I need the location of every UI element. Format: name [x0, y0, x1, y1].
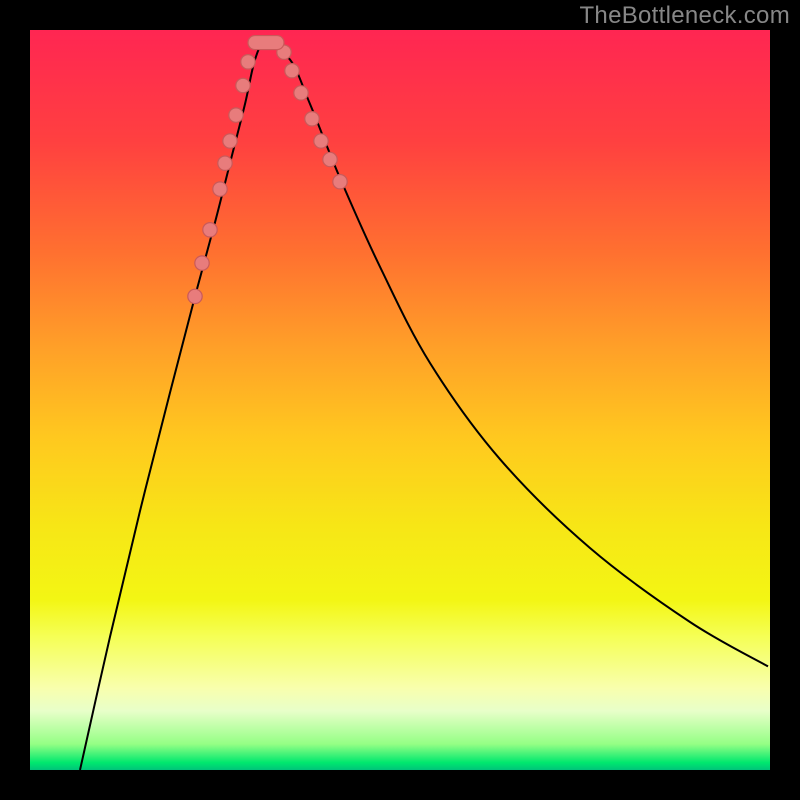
- threshold-dot: [236, 78, 250, 92]
- threshold-dot: [188, 289, 202, 303]
- threshold-dots-left: [188, 55, 255, 304]
- threshold-dot: [333, 175, 347, 189]
- threshold-dot: [203, 223, 217, 237]
- chart-frame: TheBottleneck.com: [0, 0, 800, 800]
- threshold-dot: [323, 152, 337, 166]
- threshold-dot: [314, 134, 328, 148]
- threshold-dot: [218, 156, 232, 170]
- chart-svg: [30, 30, 770, 770]
- watermark-text: TheBottleneck.com: [579, 2, 790, 30]
- threshold-dot: [294, 86, 308, 100]
- threshold-dot: [223, 134, 237, 148]
- threshold-dot: [213, 182, 227, 196]
- threshold-dot: [285, 64, 299, 78]
- threshold-dot: [229, 108, 243, 122]
- threshold-dots-right: [277, 45, 347, 189]
- threshold-dot: [305, 112, 319, 126]
- trough-blob: [248, 36, 284, 50]
- threshold-dot: [195, 256, 209, 270]
- threshold-dot: [241, 55, 255, 69]
- plot-area: [30, 30, 770, 770]
- bottleneck-curve: [80, 45, 768, 770]
